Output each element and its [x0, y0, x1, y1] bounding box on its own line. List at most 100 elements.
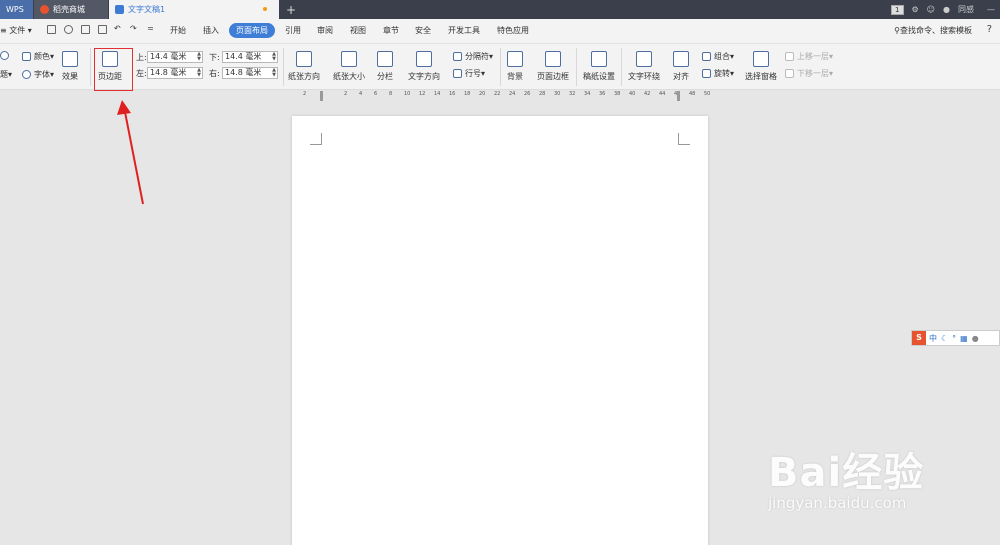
text-direction-icon — [416, 51, 432, 67]
ruler-tick-label: 26 — [524, 91, 531, 97]
text-direction-button[interactable]: 文字方向 — [408, 51, 440, 82]
tab-document[interactable]: 文字文稿1 — [109, 0, 279, 19]
ruler-tick-label: 42 — [644, 91, 651, 97]
color-button[interactable]: 颜色 ▾ — [22, 51, 54, 62]
margin-marker[interactable] — [320, 91, 323, 101]
right-margin-field[interactable]: 14.8 毫米 ▲ ▼ — [222, 67, 278, 79]
minimize-button[interactable]: — — [982, 5, 1000, 14]
rotate-label: 旋转 — [714, 69, 730, 78]
separator — [500, 48, 501, 86]
print-preview-icon[interactable] — [98, 25, 107, 34]
menu-insert[interactable]: 插入 — [203, 25, 219, 36]
menu-view[interactable]: 视图 — [350, 25, 366, 36]
selection-pane-button[interactable]: 选择窗格 — [745, 51, 777, 82]
bring-forward-button[interactable]: 上移一层 ▾ — [785, 51, 833, 62]
menu-references[interactable]: 引用 — [285, 25, 301, 36]
redo-icon[interactable]: ↷ — [130, 24, 137, 33]
menu-security[interactable]: 安全 — [415, 25, 431, 36]
send-backward-button[interactable]: 下移一层 ▾ — [785, 68, 833, 79]
columns-button[interactable]: 分栏 — [377, 51, 393, 82]
sync-label[interactable]: 同感 — [958, 4, 974, 15]
paper-size-button[interactable]: 纸张大小 — [333, 51, 365, 82]
ruler-tick-label: 2 — [303, 91, 307, 97]
margin-corner-mark — [310, 133, 322, 145]
customize-icon[interactable]: ≂ — [147, 24, 154, 33]
spinner-icon[interactable]: ▲ ▼ — [272, 52, 276, 62]
save-icon[interactable] — [47, 25, 56, 34]
ruler-tick-label: 30 — [554, 91, 561, 97]
spinner-icon[interactable]: ▲ ▼ — [272, 68, 276, 78]
font-button[interactable]: 字体 ▾ — [22, 69, 54, 80]
columns-label: 分栏 — [377, 72, 393, 81]
group-button[interactable]: 组合 ▾ — [702, 51, 734, 62]
document-page[interactable] — [292, 116, 708, 545]
print-icon[interactable] — [81, 25, 90, 34]
menu-special-apps[interactable]: 特色应用 — [497, 25, 529, 36]
draft-settings-button[interactable]: 稿纸设置 — [583, 51, 615, 82]
window-count-badge[interactable]: 1 — [891, 4, 904, 15]
tab-docer-store[interactable]: 稻壳商城 — [34, 0, 108, 19]
align-button[interactable]: 对齐 — [673, 51, 689, 82]
watermark-brand: Bai经验 — [768, 450, 925, 496]
user-icon[interactable]: ● — [972, 334, 979, 343]
color-label: 颜色 — [34, 52, 50, 61]
margin-marker[interactable] — [677, 91, 680, 101]
align-label: 对齐 — [673, 72, 689, 81]
file-menu[interactable]: ≡ 文件 ▾ — [0, 25, 32, 36]
palette-icon — [0, 51, 9, 60]
margins-highlight-box — [94, 48, 133, 91]
top-margin-field[interactable]: 14.4 毫米 ▲ ▼ — [147, 51, 203, 63]
orientation-icon — [296, 51, 312, 67]
left-margin-field[interactable]: 14.8 毫米 ▲ ▼ — [147, 67, 203, 79]
orientation-button[interactable]: 纸张方向 — [288, 51, 320, 82]
line-numbers-button[interactable]: 行号 ▾ — [453, 68, 485, 79]
menu-start[interactable]: 开始 — [170, 25, 186, 36]
bottom-margin-field[interactable]: 14.4 毫米 ▲ ▼ — [222, 51, 278, 63]
breaks-button[interactable]: 分隔符 ▾ — [453, 51, 493, 62]
shirt-icon[interactable]: ☺ — [927, 5, 935, 14]
orientation-label: 纸张方向 — [288, 72, 320, 81]
moon-icon[interactable]: ☾ — [941, 334, 948, 343]
ime-toolbar[interactable]: S 中 ☾ ° ▦ ● — [911, 330, 1000, 346]
ruler-tick-label: 40 — [629, 91, 636, 97]
line-numbers-label: 行号 — [465, 69, 481, 78]
page-border-button[interactable]: 页面边框 — [537, 51, 569, 82]
spinner-icon[interactable]: ▲ ▼ — [197, 52, 201, 62]
punctuation-icon[interactable]: ° — [952, 334, 956, 343]
font-label: 字体 — [34, 70, 50, 79]
text-wrap-button[interactable]: 文字环绕 — [628, 51, 660, 82]
background-button[interactable]: 背景 — [507, 51, 523, 82]
bottom-margin-label: 下: — [209, 53, 220, 62]
ruler-tick-label: 10 — [404, 91, 411, 97]
spinner-icon[interactable]: ▲ ▼ — [197, 68, 201, 78]
ruler-tick-label: 38 — [614, 91, 621, 97]
menu-developer[interactable]: 开发工具 — [448, 25, 480, 36]
effect-button[interactable]: 效果 — [62, 51, 78, 82]
command-search[interactable]: ⚲查找命令、搜索模板 — [894, 25, 972, 36]
separator — [90, 48, 91, 86]
rotate-button[interactable]: 旋转 ▾ — [702, 68, 734, 79]
theme-palette-button[interactable] — [0, 51, 12, 60]
undo-icon[interactable]: ↶ — [114, 24, 121, 33]
new-tab-button[interactable]: + — [284, 0, 298, 19]
bottom-margin-value: 14.4 毫米 — [225, 52, 262, 61]
send-backward-icon — [785, 69, 794, 78]
menu-review[interactable]: 审阅 — [317, 25, 333, 36]
file-menu-label: 文件 — [9, 26, 26, 35]
ime-mode[interactable]: 中 — [929, 333, 937, 344]
tab-wps[interactable]: WPS — [0, 0, 33, 19]
theme-button[interactable]: 题 ▾ — [0, 69, 12, 80]
ruler-tick-label: 36 — [599, 91, 606, 97]
avatar[interactable]: ● — [943, 5, 950, 14]
tab-document-label: 文字文稿1 — [128, 5, 166, 14]
theme-label: 题 — [0, 70, 8, 79]
menu-chapter[interactable]: 章节 — [383, 25, 399, 36]
ruler-tick-label: 16 — [449, 91, 456, 97]
help-button[interactable]: ? — [987, 24, 992, 35]
rotate-icon — [702, 69, 711, 78]
keyboard-icon[interactable]: ▦ — [960, 334, 968, 343]
menu-page-layout[interactable]: 页面布局 — [229, 23, 275, 38]
skin-icon[interactable]: ⚙ — [912, 5, 919, 14]
export-icon[interactable] — [64, 25, 73, 34]
horizontal-ruler[interactable]: 2 2 4 6 8 10 12 14 16 18 20 22 24 26 28 30 32 34 36 38 40 42 4… — [300, 90, 710, 101]
